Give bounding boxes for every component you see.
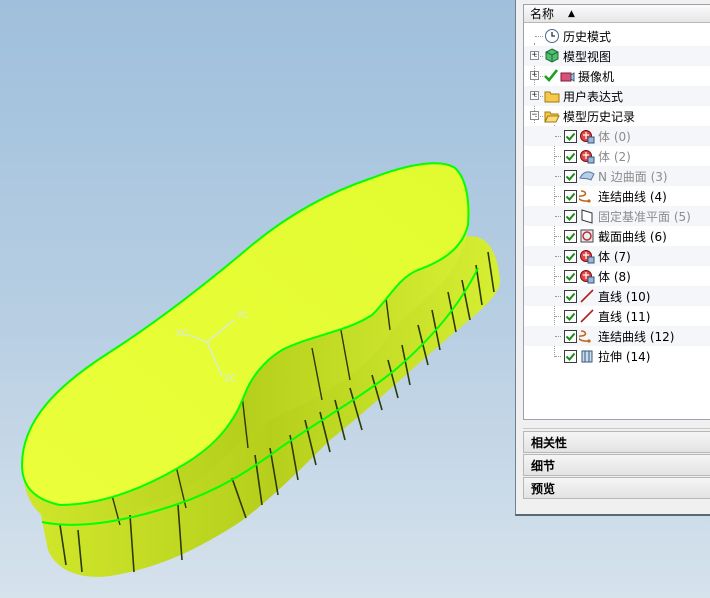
axis-label-xc: XC [176, 329, 188, 339]
sort-ascending-icon[interactable]: ▲ [568, 9, 575, 19]
tree-node-label: 固定基准平面 (5) [598, 209, 691, 224]
tree-node-label: 拉伸 (14) [598, 349, 651, 364]
visibility-checkbox[interactable] [564, 309, 579, 323]
camera-icon [559, 68, 575, 84]
tree-connector [555, 336, 561, 337]
tree-node-label: 直线 (11) [598, 309, 651, 324]
visibility-checkbox[interactable] [564, 209, 579, 223]
tree-node[interactable]: + 摄像机 [524, 66, 710, 86]
visibility-checkbox[interactable] [564, 349, 579, 363]
tree-node-label: 历史模式 [563, 29, 612, 44]
part-navigator: 名称 ▲ 历史模式 + 模型视图 + 摄像机 + 用户表达式 − 模型历史记录体 (0) 体 (2… [515, 0, 710, 516]
panel-splitter[interactable] [523, 422, 710, 429]
tree-connector [555, 176, 561, 177]
body-icon [579, 268, 595, 284]
tree-connector [555, 316, 561, 317]
tree-connector [555, 256, 561, 257]
visibility-checkbox[interactable] [564, 189, 579, 203]
visibility-checkbox[interactable] [564, 269, 579, 283]
tree-node[interactable]: 固定基准平面 (5) [524, 206, 710, 226]
axis-label-zc: ZC [224, 374, 236, 384]
tree-node[interactable]: N 边曲面 (3) [524, 166, 710, 186]
tree-node[interactable]: 直线 (11) [524, 306, 710, 326]
tree-node-label: 摄像机 [578, 69, 615, 84]
tree-node[interactable]: 直线 (10) [524, 286, 710, 306]
tree-connector [555, 276, 561, 277]
tree-node[interactable]: 截面曲线 (6) [524, 226, 710, 246]
tree-connector [555, 136, 561, 137]
tree-connector [535, 116, 543, 117]
tree-node[interactable]: 体 (8) [524, 266, 710, 286]
tree-node[interactable]: 历史模式 [524, 26, 710, 46]
section-label: 细节 [531, 458, 556, 473]
tree-connector [535, 76, 543, 77]
checkmark-icon [544, 69, 559, 83]
column-header-name: 名称 [530, 7, 555, 21]
extrude-icon [579, 348, 595, 364]
body-icon [579, 128, 595, 144]
body-icon [579, 148, 595, 164]
visibility-checkbox[interactable] [564, 249, 579, 263]
tree-node[interactable]: + 用户表达式 [524, 86, 710, 106]
cube-views-icon [544, 48, 560, 64]
folder-open-icon [544, 108, 560, 124]
section-label: 预览 [531, 481, 556, 496]
tree-node[interactable]: + 模型视图 [524, 46, 710, 66]
tree-connector [535, 96, 543, 97]
tree-node-label: N 边曲面 (3) [598, 169, 668, 184]
line-icon [579, 308, 595, 324]
tree-connector [555, 356, 561, 357]
tree-connector [555, 216, 561, 217]
visibility-checkbox[interactable] [564, 169, 579, 183]
tree-connector [555, 156, 561, 157]
tree-connector [555, 296, 561, 297]
section-curve-icon [579, 228, 595, 244]
tree-node-label: 用户表达式 [563, 89, 624, 104]
tree-node-label: 连结曲线 (12) [598, 329, 675, 344]
section-dependencies[interactable]: 相关性 [523, 431, 710, 453]
section-preview[interactable]: 预览 [523, 477, 710, 499]
tree-node[interactable]: 体 (7) [524, 246, 710, 266]
insole-model[interactable]: YC XC ZC [0, 0, 515, 598]
join-curve-icon [577, 188, 595, 204]
model-tree[interactable]: 名称 ▲ 历史模式 + 模型视图 + 摄像机 + 用户表达式 − 模型历史记录体 (0) 体 (2… [523, 4, 710, 420]
line-icon [579, 288, 595, 304]
clock-icon [544, 28, 560, 44]
datum-plane-icon [579, 208, 595, 224]
axis-label-yc: YC [236, 311, 248, 321]
visibility-checkbox[interactable] [564, 149, 579, 163]
visibility-checkbox[interactable] [564, 229, 579, 243]
body-icon [579, 248, 595, 264]
join-curve-icon [577, 328, 595, 344]
tree-node[interactable]: 连结曲线 (4) [524, 186, 710, 206]
tree-node[interactable]: − 模型历史记录 [524, 106, 710, 126]
tree-connector [555, 236, 561, 237]
tree-node-label: 模型历史记录 [563, 109, 636, 124]
folder-icon [544, 88, 560, 104]
tree-node-label: 直线 (10) [598, 289, 651, 304]
tree-node-label: 体 (0) [598, 129, 631, 144]
tree-node-label: 体 (8) [598, 269, 631, 284]
tree-node[interactable]: 体 (0) [524, 126, 710, 146]
tree-node[interactable]: 体 (2) [524, 146, 710, 166]
tree-connector [535, 36, 543, 37]
graphics-viewport[interactable]: YC XC ZC [0, 0, 515, 598]
section-label: 相关性 [531, 435, 568, 450]
tree-node-label: 体 (7) [598, 249, 631, 264]
tree-node[interactable]: 连结曲线 (12) [524, 326, 710, 346]
tree-column-header[interactable]: 名称 ▲ [524, 5, 710, 23]
tree-node[interactable]: 拉伸 (14) [524, 346, 710, 366]
visibility-checkbox[interactable] [564, 129, 579, 143]
tree-node-label: 截面曲线 (6) [598, 229, 667, 244]
section-details[interactable]: 细节 [523, 454, 710, 476]
tree-node-label: 连结曲线 (4) [598, 189, 667, 204]
visibility-checkbox[interactable] [564, 329, 579, 343]
tree-connector [535, 56, 543, 57]
tree-node-label: 模型视图 [563, 49, 612, 64]
tree-connector [555, 196, 561, 197]
n-sided-surface-icon [579, 168, 595, 184]
tree-node-label: 体 (2) [598, 149, 631, 164]
visibility-checkbox[interactable] [564, 289, 579, 303]
